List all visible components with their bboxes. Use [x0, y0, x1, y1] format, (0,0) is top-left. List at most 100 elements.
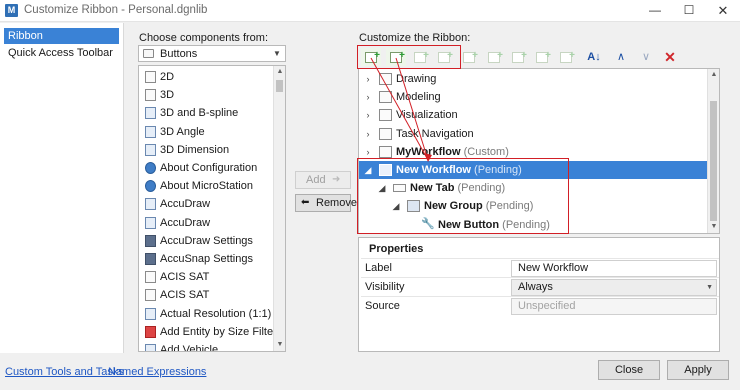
scroll-thumb[interactable] — [710, 101, 717, 221]
chevron-down-icon: ∨ — [641, 51, 651, 63]
chevron-right-icon[interactable]: › — [363, 90, 373, 104]
list-item-label: ACIS SAT — [160, 271, 210, 284]
nav-item-ribbon[interactable]: Ribbon — [4, 28, 119, 44]
page-icon — [379, 145, 392, 158]
new-label-icon — [560, 48, 575, 64]
tree-item[interactable]: › Visualization — [359, 106, 707, 124]
list-item-label: 3D Angle — [160, 125, 205, 138]
remove-button[interactable]: ⬅ Remove — [295, 194, 357, 212]
property-row-source: Source Unspecified — [361, 296, 719, 315]
chevron-right-icon[interactable]: › — [363, 72, 373, 86]
app-logo-icon: M — [5, 4, 18, 17]
dimension-icon — [145, 143, 156, 156]
list-item[interactable]: AccuSnap Settings — [139, 250, 273, 268]
accudraw-icon — [145, 198, 156, 211]
property-name: Label — [365, 262, 392, 274]
components-list[interactable]: 2D 3D 3D and B-spline 3D Angle 3D Dimension A… — [138, 65, 286, 352]
ribbon-tree-scrollbar[interactable]: ▲ ▼ — [707, 69, 719, 233]
new-menu-icon — [512, 48, 527, 64]
list-item[interactable]: Actual Resolution (1:1) — [139, 305, 273, 323]
list-item[interactable]: 3D Angle — [139, 123, 273, 141]
nav-item-quick-access-toolbar[interactable]: Quick Access Toolbar — [4, 45, 119, 61]
list-item-label: AccuDraw Settings — [160, 234, 253, 247]
page-icon — [145, 71, 156, 83]
components-list-scrollbar[interactable]: ▲ ▼ — [273, 66, 285, 351]
list-item[interactable]: AccuDraw — [139, 214, 273, 232]
page-icon — [145, 271, 156, 284]
chevron-right-icon[interactable]: › — [363, 127, 373, 141]
category-nav: Ribbon Quick Access Toolbar — [0, 23, 124, 353]
list-item-label: ACIS SAT — [160, 289, 210, 302]
new-split-icon — [463, 48, 478, 64]
list-item-label: 3D — [160, 89, 175, 102]
delete-icon: ✕ — [664, 49, 676, 65]
scroll-down-arrow-icon[interactable]: ▼ — [708, 221, 719, 233]
list-item[interactable]: About MicroStation — [139, 177, 273, 195]
list-item-label: 2D — [160, 71, 175, 83]
components-source-value: Buttons — [160, 48, 198, 60]
list-item-label: Actual Resolution (1:1) — [160, 307, 272, 320]
scroll-up-arrow-icon[interactable]: ▲ — [708, 69, 719, 81]
list-item[interactable]: 3D — [139, 86, 273, 104]
property-name: Visibility — [365, 281, 405, 293]
chevron-right-icon[interactable]: › — [363, 145, 373, 159]
apply-button[interactable]: Apply — [667, 360, 729, 380]
list-item[interactable]: 3D and B-spline — [139, 104, 273, 122]
bspline-icon — [145, 107, 156, 120]
tree-item[interactable]: › Task Navigation — [359, 125, 707, 143]
custom-tools-and-tasks-link[interactable]: Custom Tools and Tasks — [5, 366, 124, 378]
page-icon — [145, 89, 156, 102]
new-menu-button[interactable] — [508, 48, 528, 66]
tree-item-label: Visualization — [396, 109, 458, 122]
new-separator-button[interactable] — [532, 48, 552, 66]
snap-icon — [145, 253, 156, 265]
maximize-button[interactable]: ☐ — [672, 0, 706, 22]
tree-item-label-group: MyWorkflow (Custom) — [396, 145, 509, 159]
source-field: Unspecified — [511, 298, 717, 315]
chevron-right-icon[interactable]: › — [363, 108, 373, 122]
minimize-button[interactable]: — — [638, 0, 672, 22]
tree-item[interactable]: › Modeling — [359, 88, 707, 106]
delete-button[interactable]: ✕ — [660, 48, 680, 66]
scroll-down-arrow-icon[interactable]: ▼ — [274, 339, 285, 351]
new-gallery-button[interactable] — [484, 48, 504, 66]
scroll-up-arrow-icon[interactable]: ▲ — [274, 66, 285, 78]
tree-item-label: Modeling — [396, 91, 441, 104]
named-expressions-link[interactable]: Named Expressions — [108, 366, 206, 378]
label-field[interactable]: New Workflow — [511, 260, 717, 277]
list-item[interactable]: About Configuration — [139, 159, 273, 177]
move-down-button[interactable]: ∨ — [636, 48, 656, 66]
buttons-category-icon — [143, 49, 154, 58]
sort-button[interactable]: A↓ — [584, 48, 604, 66]
property-name: Source — [365, 300, 400, 312]
move-up-button[interactable]: ∧ — [611, 48, 631, 66]
list-item[interactable]: ACIS SAT — [139, 286, 273, 304]
close-button[interactable]: Close — [598, 360, 660, 380]
page-icon — [379, 127, 392, 140]
page-icon — [379, 109, 392, 122]
list-item-label: About Configuration — [160, 162, 258, 174]
list-item[interactable]: 2D — [139, 68, 273, 86]
list-item[interactable]: AccuDraw Settings — [139, 232, 273, 250]
settings-icon — [145, 234, 156, 247]
scroll-thumb[interactable] — [276, 80, 283, 92]
sort-icon: A↓ — [587, 51, 601, 63]
list-item[interactable]: ACIS SAT — [139, 268, 273, 286]
vehicle-icon — [145, 344, 156, 351]
chevron-down-icon: ▼ — [273, 49, 281, 58]
list-item-label: AccuSnap Settings — [160, 253, 253, 265]
new-label-button[interactable] — [556, 48, 576, 66]
close-window-button[interactable]: ✕ — [706, 0, 740, 22]
new-split-button[interactable] — [459, 48, 479, 66]
arrow-right-icon: ➜ — [332, 174, 341, 185]
tree-item[interactable]: › Drawing — [359, 70, 707, 88]
list-item[interactable]: 3D Dimension — [139, 141, 273, 159]
components-source-dropdown[interactable]: Buttons ▼ — [138, 45, 286, 62]
add-button[interactable]: Add ➜ — [295, 171, 351, 189]
visibility-select[interactable]: Always ▼ — [511, 279, 717, 296]
list-item[interactable]: Add Vehicle — [139, 341, 273, 351]
tree-highlight-box — [357, 158, 569, 234]
tree-item-label: Task Navigation — [396, 127, 474, 140]
list-item[interactable]: AccuDraw — [139, 195, 273, 213]
list-item[interactable]: Add Entity by Size Filter — [139, 323, 277, 341]
